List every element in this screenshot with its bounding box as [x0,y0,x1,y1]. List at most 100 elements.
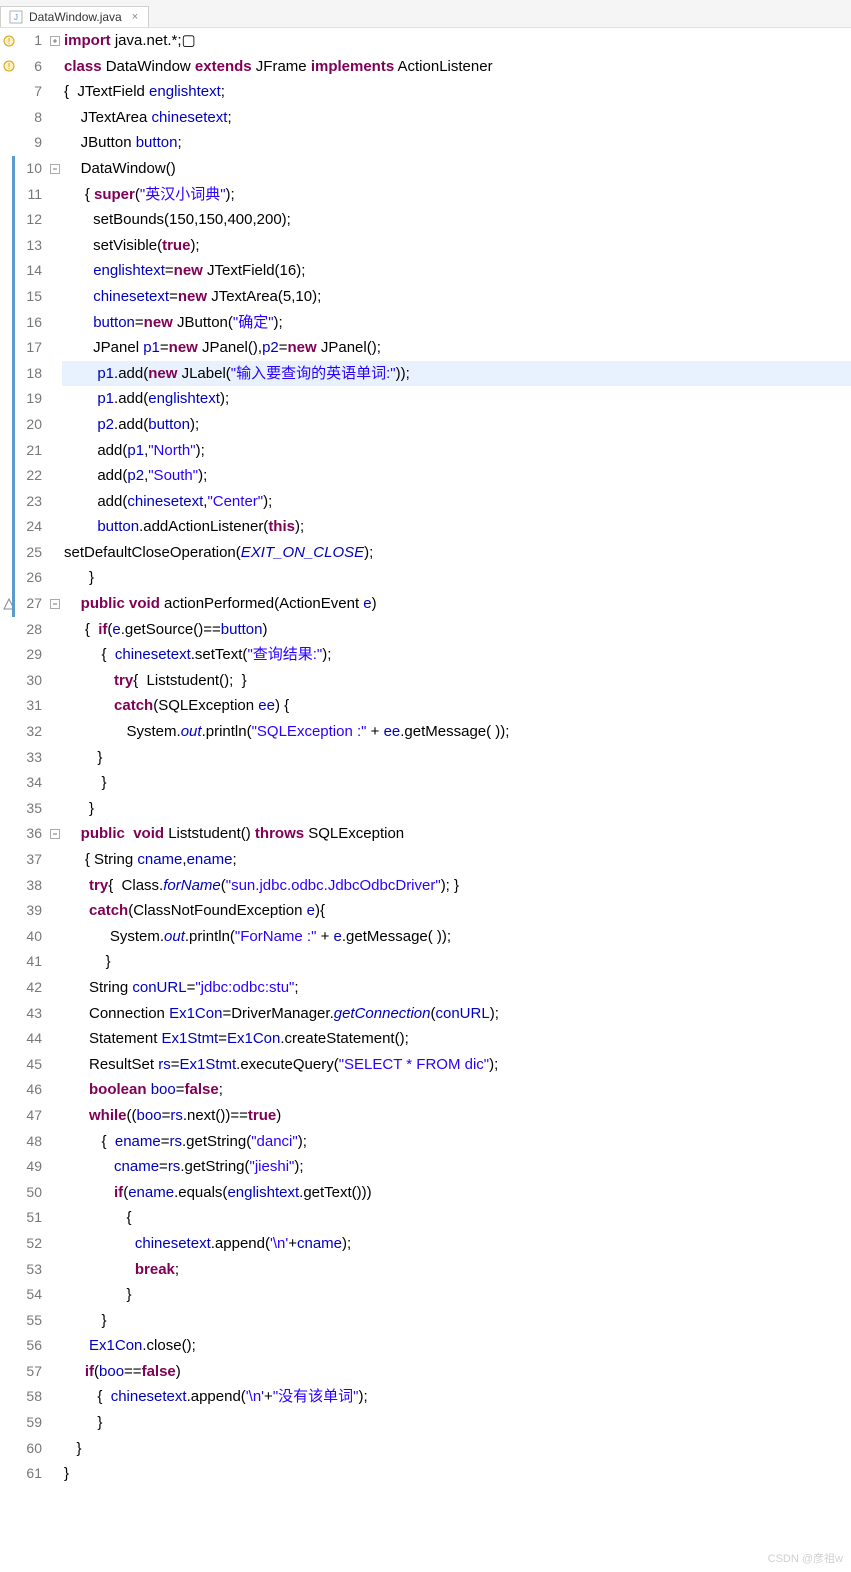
code-line[interactable]: { JTextField englishtext; [62,79,851,105]
code-line[interactable]: DataWindow() [62,156,851,182]
code-line[interactable]: break; [62,1257,851,1283]
gutter-blank [0,335,18,361]
code-line[interactable]: } [62,745,851,771]
code-line[interactable]: add(chinesetext,"Center"); [62,489,851,515]
code-line[interactable]: Statement Ex1Stmt=Ex1Con.createStatement… [62,1026,851,1052]
fold-toggle-icon[interactable] [48,28,62,54]
code-line[interactable]: p1.add(englishtext); [62,386,851,412]
line-number: 9 [18,130,42,156]
code-area[interactable]: import java.net.*;▢class DataWindow exte… [62,28,851,1487]
editor-tab[interactable]: J DataWindow.java × [0,6,149,27]
code-line[interactable]: { String cname,ename; [62,847,851,873]
code-line[interactable]: chinesetext.append('\n'+cname); [62,1231,851,1257]
code-line[interactable]: catch(SQLException ee) { [62,693,851,719]
fold-blank [48,182,62,208]
code-line[interactable]: } [62,1282,851,1308]
fold-blank [48,335,62,361]
code-line[interactable]: while((boo=rs.next())==true) [62,1103,851,1129]
code-line[interactable]: JTextArea chinesetext; [62,105,851,131]
code-line[interactable]: import java.net.*;▢ [62,28,851,54]
code-line[interactable]: { [62,1205,851,1231]
code-line[interactable]: catch(ClassNotFoundException e){ [62,898,851,924]
code-line[interactable]: { chinesetext.append('\n'+"没有该单词"); [62,1384,851,1410]
override-icon[interactable] [0,591,18,617]
fold-blank [48,1001,62,1027]
code-line[interactable]: } [62,1461,851,1487]
code-line[interactable]: add(p1,"North"); [62,438,851,464]
fold-toggle-icon[interactable] [48,821,62,847]
code-line[interactable]: Connection Ex1Con=DriverManager.getConne… [62,1001,851,1027]
fold-blank [48,847,62,873]
gutter-blank [0,258,18,284]
code-line[interactable]: } [62,1308,851,1334]
code-line[interactable]: { ename=rs.getString("danci"); [62,1129,851,1155]
code-line[interactable]: try{ Liststudent(); } [62,668,851,694]
gutter-blank [0,1384,18,1410]
fold-blank [48,1077,62,1103]
code-line[interactable]: try{ Class.forName("sun.jdbc.odbc.JdbcOd… [62,873,851,899]
code-line[interactable]: add(p2,"South"); [62,463,851,489]
code-line[interactable]: } [62,1410,851,1436]
gutter-blank [0,949,18,975]
line-number: 29 [18,642,42,668]
code-line[interactable]: boolean boo=false; [62,1077,851,1103]
fold-blank [48,642,62,668]
code-line[interactable]: if(boo==false) [62,1359,851,1385]
code-line[interactable]: } [62,796,851,822]
gutter-blank [0,361,18,387]
gutter-blank [0,1026,18,1052]
gutter-blank [0,182,18,208]
code-line[interactable]: p2.add(button); [62,412,851,438]
gutter-blank [0,617,18,643]
fold-toggle-icon[interactable] [48,156,62,182]
line-number: 30 [18,668,42,694]
fold-blank [48,1308,62,1334]
line-number: 24 [18,514,42,540]
fold-toggle-icon[interactable] [48,591,62,617]
line-number: 10 [18,156,42,182]
code-line[interactable]: setBounds(150,150,400,200); [62,207,851,233]
code-line[interactable]: cname=rs.getString("jieshi"); [62,1154,851,1180]
close-icon[interactable]: × [132,11,138,23]
line-number: 14 [18,258,42,284]
code-line[interactable]: String conURL="jdbc:odbc:stu"; [62,975,851,1001]
code-line[interactable]: setDefaultCloseOperation(EXIT_ON_CLOSE); [62,540,851,566]
code-line[interactable]: p1.add(new JLabel("输入要查询的英语单词:")); [62,361,851,387]
code-line[interactable]: setVisible(true); [62,233,851,259]
code-line[interactable]: chinesetext=new JTextArea(5,10); [62,284,851,310]
fold-blank [48,284,62,310]
code-line[interactable]: } [62,770,851,796]
code-line[interactable]: if(ename.equals(englishtext.getText())) [62,1180,851,1206]
code-line[interactable]: JPanel p1=new JPanel(),p2=new JPanel(); [62,335,851,361]
gutter-blank [0,105,18,131]
code-line[interactable]: System.out.println("SQLException :" + ee… [62,719,851,745]
code-line[interactable]: System.out.println("ForName :" + e.getMe… [62,924,851,950]
line-number: 18 [18,361,42,387]
code-line[interactable]: Ex1Con.close(); [62,1333,851,1359]
gutter-blank [0,540,18,566]
code-line[interactable]: } [62,565,851,591]
fold-blank [48,1103,62,1129]
fold-blank [48,310,62,336]
line-number: 11 [18,182,42,208]
code-line[interactable]: button.addActionListener(this); [62,514,851,540]
code-line[interactable]: { super("英汉小词典"); [62,182,851,208]
code-line[interactable]: { if(e.getSource()==button) [62,617,851,643]
code-line[interactable]: public void Liststudent() throws SQLExce… [62,821,851,847]
fold-blank [48,54,62,80]
code-line[interactable]: button=new JButton("确定"); [62,310,851,336]
code-line[interactable]: englishtext=new JTextField(16); [62,258,851,284]
code-line[interactable]: { chinesetext.setText("查询结果:"); [62,642,851,668]
warning-icon[interactable]: ! [0,54,18,80]
code-editor[interactable]: !! 1678910111213141516171819202122232425… [0,28,851,1487]
code-line[interactable]: JButton button; [62,130,851,156]
gutter-blank [0,1231,18,1257]
code-line[interactable]: } [62,1436,851,1462]
code-line[interactable]: public void actionPerformed(ActionEvent … [62,591,851,617]
java-file-icon: J [9,10,23,24]
warning-icon[interactable]: ! [0,28,18,54]
code-line[interactable]: ResultSet rs=Ex1Stmt.executeQuery("SELEC… [62,1052,851,1078]
code-line[interactable]: class DataWindow extends JFrame implemen… [62,54,851,80]
fold-blank [48,565,62,591]
code-line[interactable]: } [62,949,851,975]
